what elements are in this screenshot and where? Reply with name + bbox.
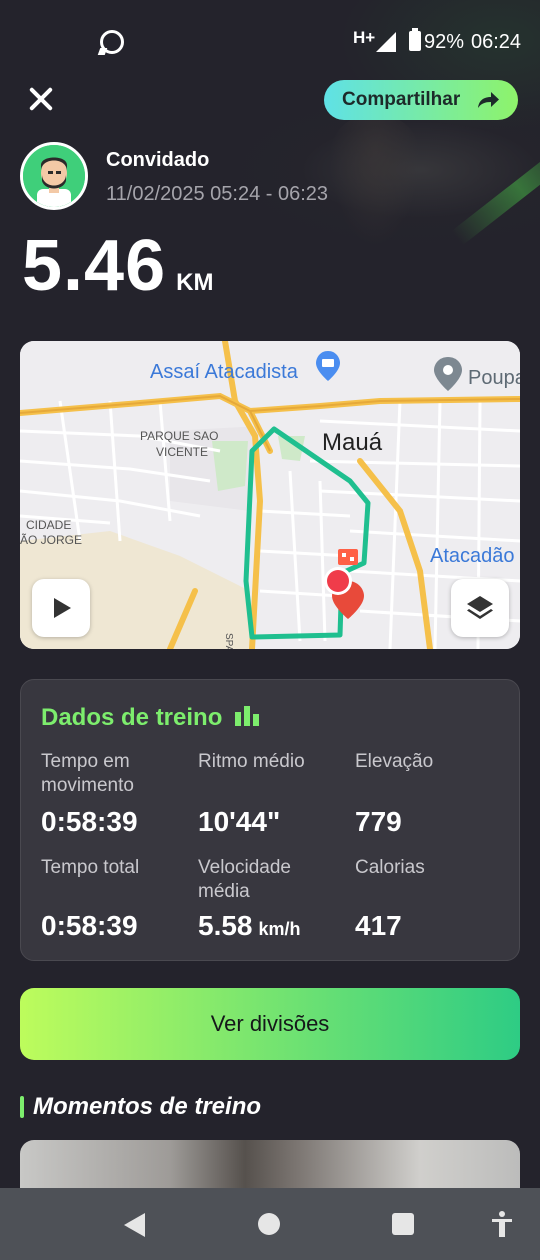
layers-icon xyxy=(467,596,493,619)
map-label-maua: Mauá xyxy=(322,429,383,456)
distance-value: 5.46 xyxy=(22,226,167,306)
stat-value-calories: 417 xyxy=(355,910,402,941)
recents-icon[interactable] xyxy=(392,1213,414,1235)
close-icon[interactable] xyxy=(24,82,58,116)
accessibility-icon[interactable] xyxy=(490,1210,514,1238)
stat-value-total-time: 0:58:39 xyxy=(41,910,138,941)
avatar-illustration xyxy=(23,145,85,207)
stat-label-total-time: Tempo total xyxy=(41,857,140,878)
battery-percent: 92% xyxy=(424,31,465,53)
signal-icon xyxy=(376,32,396,52)
system-nav-bar xyxy=(0,1188,540,1260)
map-label-cidade-2: SÃO JORGE xyxy=(20,533,83,547)
map-label-assai: Assaí Atacadista xyxy=(150,361,298,383)
map-label-parque-2: VICENTE xyxy=(156,445,209,459)
map-label-cidade-1: CIDADE xyxy=(26,518,72,532)
share-button[interactable]: Compartilhar xyxy=(324,80,518,120)
view-splits-button[interactable]: Ver divisões xyxy=(20,988,520,1060)
bar-chart-icon xyxy=(235,706,259,726)
distance-unit: KM xyxy=(176,269,214,296)
status-bar: H+ 92% 06:24 xyxy=(0,0,540,80)
clock: 06:24 xyxy=(471,31,522,53)
stat-label-avg-pace: Ritmo médio xyxy=(198,751,305,772)
view-splits-label: Ver divisões xyxy=(210,1011,330,1036)
map-label-parque-1: PARQUE SAO xyxy=(140,429,219,443)
user-name: Convidado xyxy=(106,149,210,171)
back-icon[interactable] xyxy=(124,1213,145,1237)
map-canvas xyxy=(20,341,520,649)
route-map[interactable]: Assaí Atacadista Poupa PARQUE SAO VICENT… xyxy=(20,341,520,649)
layers-button[interactable] xyxy=(451,579,509,637)
map-label-poupa: Poupa xyxy=(468,367,520,389)
share-arrow-icon xyxy=(478,92,499,108)
stat-value-moving-time: 0:58:39 xyxy=(41,806,138,837)
hero-photo-overlay xyxy=(330,115,420,245)
map-label-atacadao: Atacadão xyxy=(430,545,515,567)
whatsapp-icon xyxy=(100,30,124,54)
play-icon xyxy=(54,598,71,618)
avg-speed-unit: km/h xyxy=(258,919,301,939)
workout-stats-card: Dados de treino Tempo em movimento Ritmo… xyxy=(20,679,520,961)
moments-title: Momentos de treino xyxy=(33,1093,262,1120)
stat-value-avg-pace: 10'44" xyxy=(198,806,281,837)
workout-datetime: 11/02/2025 05:24 - 06:23 xyxy=(106,183,329,205)
stat-label-avg-speed: Velocidade média xyxy=(198,857,291,902)
distance-summary: 5.46 KM xyxy=(22,225,213,307)
share-button-label: Compartilhar xyxy=(342,89,461,110)
play-button[interactable] xyxy=(32,579,90,637)
map-label-road: SPA-086/2 xyxy=(223,633,234,649)
stat-label-calories: Calorias xyxy=(355,857,425,878)
stat-value-elevation: 779 xyxy=(355,806,402,837)
network-type: H+ xyxy=(353,28,376,47)
stat-label-elevation: Elevação xyxy=(355,751,434,772)
avatar xyxy=(20,142,88,210)
avg-speed-number: 5.58 xyxy=(198,910,253,941)
battery-icon xyxy=(409,28,421,51)
stat-value-avg-speed: 5.58 km/h xyxy=(198,910,301,942)
stats-title: Dados de treino xyxy=(41,704,223,731)
section-accent-bar xyxy=(20,1096,24,1118)
home-icon[interactable] xyxy=(258,1213,280,1235)
stat-label-moving-time: Tempo em movimento xyxy=(41,751,134,796)
